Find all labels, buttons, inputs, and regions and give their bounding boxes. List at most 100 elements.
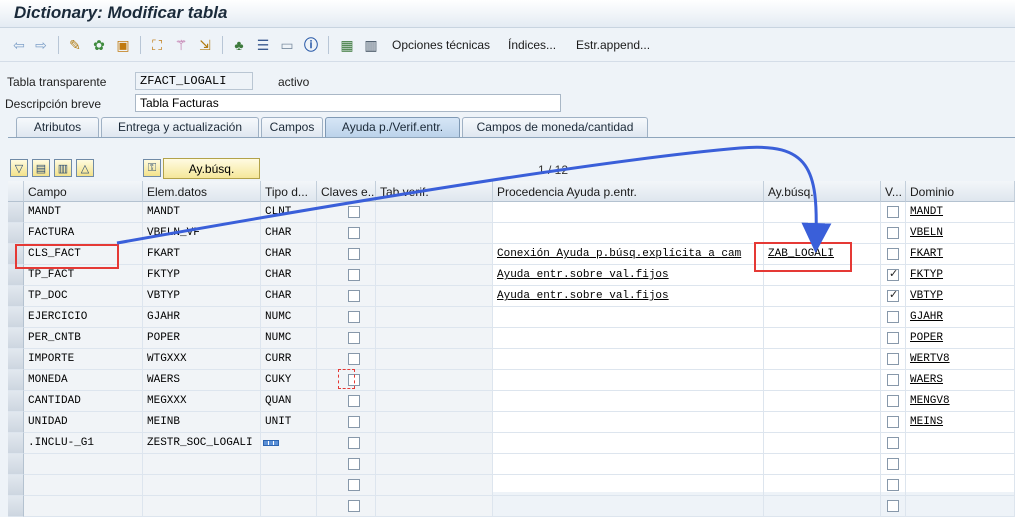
row-selector[interactable] (8, 475, 24, 496)
tab-campos-moneda-cantidad[interactable]: Campos de moneda/cantidad (462, 117, 648, 137)
row-selector[interactable] (8, 412, 24, 433)
v-checkbox[interactable] (887, 458, 899, 470)
table-row[interactable]: IMPORTE WTGXXX CURR WERTV8 (8, 349, 1015, 370)
selector-header[interactable] (8, 181, 24, 202)
row-selector[interactable] (8, 433, 24, 454)
row-selector[interactable] (8, 370, 24, 391)
table-row[interactable] (8, 475, 1015, 496)
table-row[interactable]: CLS_FACT FKART CHAR Conexión Ayuda p.búsq.e… (8, 244, 1015, 265)
where-used-icon[interactable]: ⛶ (148, 36, 166, 54)
row-selector[interactable] (8, 328, 24, 349)
dominio-cell[interactable]: FKART (906, 244, 1015, 265)
row-selector[interactable] (8, 202, 24, 223)
v-checkbox[interactable] (887, 353, 899, 365)
v-checkbox[interactable] (887, 227, 899, 239)
row-selector[interactable] (8, 286, 24, 307)
claves-checkbox[interactable] (348, 269, 360, 281)
v-checkbox[interactable] (887, 416, 899, 428)
proc-cell[interactable]: Conexión Ayuda p.búsq.explícita a cam (493, 244, 764, 265)
estr-append-button[interactable]: Estr.append... (576, 38, 650, 52)
claves-checkbox[interactable] (348, 416, 360, 428)
v-checkbox[interactable] (887, 267, 899, 281)
proc-cell[interactable]: Ayuda entr.sobre val.fijos (493, 265, 764, 286)
v-checkbox[interactable] (887, 288, 899, 302)
tab-campos[interactable]: Campos (261, 117, 323, 137)
claves-checkbox[interactable] (348, 332, 360, 344)
window-icon[interactable]: ▭ (278, 36, 296, 54)
claves-checkbox[interactable] (348, 206, 360, 218)
table-row[interactable] (8, 496, 1015, 517)
dominio-cell[interactable]: WAERS (906, 370, 1015, 391)
v-checkbox[interactable] (887, 374, 899, 386)
column-header-tab-verif[interactable]: Tab.verif. (376, 181, 493, 202)
display-change-icon[interactable]: ✎ (66, 36, 84, 54)
dominio-cell[interactable]: MEINS (906, 412, 1015, 433)
v-checkbox[interactable] (887, 395, 899, 407)
column-header-claves[interactable]: Claves e... (317, 181, 376, 202)
magic-wand-icon[interactable]: ⚚ (172, 36, 190, 54)
dominio-cell[interactable]: POPER (906, 328, 1015, 349)
hierarchy-icon[interactable]: ♣ (230, 36, 248, 54)
table-row[interactable]: CANTIDAD MEGXXX QUAN MENGV8 (8, 391, 1015, 412)
v-checkbox[interactable] (887, 206, 899, 218)
info-icon[interactable]: ⓘ (302, 36, 320, 54)
stack-icon[interactable]: ☰ (254, 36, 272, 54)
claves-checkbox[interactable] (348, 353, 360, 365)
claves-checkbox[interactable] (348, 458, 360, 470)
select-all-icon[interactable]: ▽ (10, 159, 28, 177)
table-row[interactable]: TP_DOC VBTYP CHAR Ayuda entr.sobre val.fijo… (8, 286, 1015, 307)
claves-checkbox[interactable] (348, 395, 360, 407)
table-row[interactable]: FACTURA VBELN_VF CHAR VBELN (8, 223, 1015, 244)
description-input[interactable]: Tabla Facturas (135, 94, 561, 112)
v-checkbox[interactable] (887, 500, 899, 512)
dominio-cell[interactable]: VBTYP (906, 286, 1015, 307)
scroll-top-icon[interactable]: △ (76, 159, 94, 177)
claves-checkbox[interactable] (348, 500, 360, 512)
tab-entrega-actualizacion[interactable]: Entrega y actualización (101, 117, 259, 137)
back-arrow-icon[interactable]: ⇦ (10, 36, 28, 54)
dominio-cell[interactable]: GJAHR (906, 307, 1015, 328)
tree-structure-icon[interactable]: ▦ (338, 36, 356, 54)
row-selector[interactable] (8, 223, 24, 244)
column-header-v[interactable]: V... (881, 181, 906, 202)
claves-checkbox[interactable] (348, 290, 360, 302)
v-checkbox[interactable] (887, 437, 899, 449)
claves-checkbox[interactable] (348, 311, 360, 323)
column-header-campo[interactable]: Campo (24, 181, 143, 202)
column-header-elem-datos[interactable]: Elem.datos (143, 181, 261, 202)
row-selector[interactable] (8, 454, 24, 475)
v-checkbox[interactable] (887, 311, 899, 323)
table-row[interactable]: MONEDA WAERS CUKY WAERS (8, 370, 1015, 391)
claves-checkbox[interactable] (348, 437, 360, 449)
table-row[interactable]: UNIDAD MEINB UNIT MEINS (8, 412, 1015, 433)
opciones-tecnicas-button[interactable]: Opciones técnicas (392, 38, 490, 52)
dominio-cell[interactable]: FKTYP (906, 265, 1015, 286)
forward-arrow-icon[interactable]: ⇨ (32, 36, 50, 54)
v-checkbox[interactable] (887, 248, 899, 260)
table-row[interactable]: TP_FACT FKTYP CHAR Ayuda entr.sobre val.fij… (8, 265, 1015, 286)
table-row[interactable] (8, 454, 1015, 475)
table-row[interactable]: EJERCICIO GJAHR NUMC GJAHR (8, 307, 1015, 328)
claves-checkbox[interactable] (348, 479, 360, 491)
check-icon[interactable]: ✿ (90, 36, 108, 54)
structure-include-icon[interactable] (263, 440, 279, 446)
row-selector[interactable] (8, 307, 24, 328)
select-block-icon[interactable]: ▤ (32, 159, 50, 177)
dominio-cell[interactable]: MENGV8 (906, 391, 1015, 412)
navigate-icon[interactable]: ⇲ (196, 36, 214, 54)
dominio-cell[interactable]: MANDT (906, 202, 1015, 223)
tab-atributos[interactable]: Atributos (16, 117, 99, 137)
tab-ayuda-verif-entr[interactable]: Ayuda p./Verif.entr. (325, 117, 460, 137)
table-row[interactable]: .INCLU-_G1 ZESTR_SOC_LOGALI (8, 433, 1015, 454)
v-checkbox[interactable] (887, 332, 899, 344)
deselect-icon[interactable]: ▥ (54, 159, 72, 177)
dominio-cell[interactable]: WERTV8 (906, 349, 1015, 370)
claves-checkbox[interactable] (348, 248, 360, 260)
column-header-tipo[interactable]: Tipo d... (261, 181, 317, 202)
key-icon[interactable]: ⚿ (143, 159, 161, 177)
activate-icon[interactable]: ▣ (114, 36, 132, 54)
table-row[interactable]: MANDT MANDT CLNT MANDT (8, 202, 1015, 223)
column-header-dominio[interactable]: Dominio (906, 181, 1015, 202)
column-header-procedencia[interactable]: Procedencia Ayuda p.entr. (493, 181, 764, 202)
row-selector[interactable] (8, 391, 24, 412)
